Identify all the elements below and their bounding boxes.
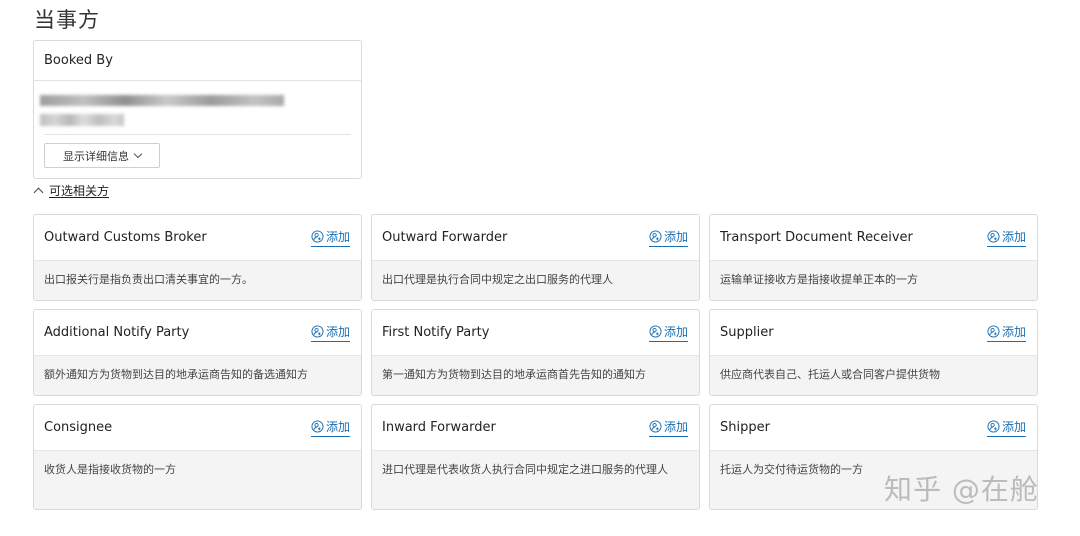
person-add-icon: [987, 230, 1000, 243]
show-details-button[interactable]: 显示详细信息: [44, 143, 160, 168]
add-label: 添加: [663, 325, 688, 339]
person-add-icon: [311, 420, 324, 433]
party-description: 运输单证接收方是指接收提单正本的一方: [710, 260, 1037, 300]
add-party-button[interactable]: 添加: [310, 323, 350, 342]
party-title: Additional Notify Party: [44, 325, 190, 340]
add-label: 添加: [325, 420, 350, 434]
party-card: Consignee 添加 收货人是指接收货物的一方: [33, 404, 362, 510]
add-party-button[interactable]: 添加: [310, 228, 350, 247]
party-description: 收货人是指接收货物的一方: [34, 450, 361, 509]
party-card: Outward Customs Broker 添加 出口报关行是指负责出口清关事…: [33, 214, 362, 301]
party-description: 进口代理是代表收货人执行合同中规定之进口服务的代理人: [372, 450, 699, 509]
person-add-icon: [311, 325, 324, 338]
party-description: 供应商代表自己、托运人或合同客户提供货物: [710, 355, 1037, 395]
party-title: Outward Forwarder: [382, 230, 508, 245]
party-title: Outward Customs Broker: [44, 230, 207, 245]
divider: [44, 134, 351, 135]
party-card: First Notify Party 添加 第一通知方为货物到达目的地承运商首先…: [371, 309, 700, 396]
party-description: 出口代理是执行合同中规定之出口服务的代理人: [372, 260, 699, 300]
add-label: 添加: [663, 230, 688, 244]
redacted-address-line: [40, 95, 284, 106]
party-title: Consignee: [44, 420, 113, 435]
party-description: 第一通知方为货物到达目的地承运商首先告知的通知方: [372, 355, 699, 395]
watermark: 知乎 @在舱: [884, 473, 1039, 506]
booked-by-title: Booked By: [44, 53, 113, 68]
party-card: Inward Forwarder 添加 进口代理是代表收货人执行合同中规定之进口…: [371, 404, 700, 510]
party-title: Shipper: [720, 420, 770, 435]
add-party-button[interactable]: 添加: [648, 228, 688, 247]
add-party-button[interactable]: 添加: [986, 228, 1026, 247]
chevron-down-icon: [133, 149, 143, 159]
add-label: 添加: [663, 420, 688, 434]
add-label: 添加: [1001, 230, 1026, 244]
party-title: First Notify Party: [382, 325, 490, 340]
person-add-icon: [649, 420, 662, 433]
party-description: 额外通知方为货物到达目的地承运商告知的备选通知方: [34, 355, 361, 395]
person-add-icon: [987, 420, 1000, 433]
add-label: 添加: [1001, 420, 1026, 434]
party-card: Outward Forwarder 添加 出口代理是执行合同中规定之出口服务的代…: [371, 214, 700, 301]
add-label: 添加: [1001, 325, 1026, 339]
party-title: Inward Forwarder: [382, 420, 496, 435]
divider: [34, 80, 361, 81]
redacted-address-line: [40, 114, 124, 126]
show-details-label: 显示详细信息: [63, 149, 129, 163]
add-label: 添加: [325, 325, 350, 339]
add-label: 添加: [325, 230, 350, 244]
optional-parties-toggle[interactable]: 可选相关方: [33, 182, 110, 199]
add-party-button[interactable]: 添加: [648, 323, 688, 342]
person-add-icon: [649, 230, 662, 243]
optional-parties-label: 可选相关方: [49, 184, 110, 198]
party-card: Transport Document Receiver 添加 运输单证接收方是指…: [709, 214, 1038, 301]
booked-by-card: Booked By 显示详细信息: [33, 40, 362, 179]
person-add-icon: [649, 325, 662, 338]
person-add-icon: [987, 325, 1000, 338]
person-add-icon: [311, 230, 324, 243]
chevron-up-icon: [33, 187, 44, 198]
party-card: Supplier 添加 供应商代表自己、托运人或合同客户提供货物: [709, 309, 1038, 396]
party-card: Additional Notify Party 添加 额外通知方为货物到达目的地…: [33, 309, 362, 396]
page-title: 当事方: [34, 8, 100, 32]
add-party-button[interactable]: 添加: [648, 418, 688, 437]
party-description: 出口报关行是指负责出口清关事宜的一方。: [34, 260, 361, 300]
add-party-button[interactable]: 添加: [310, 418, 350, 437]
add-party-button[interactable]: 添加: [986, 418, 1026, 437]
add-party-button[interactable]: 添加: [986, 323, 1026, 342]
party-title: Transport Document Receiver: [720, 230, 913, 245]
party-title: Supplier: [720, 325, 774, 340]
